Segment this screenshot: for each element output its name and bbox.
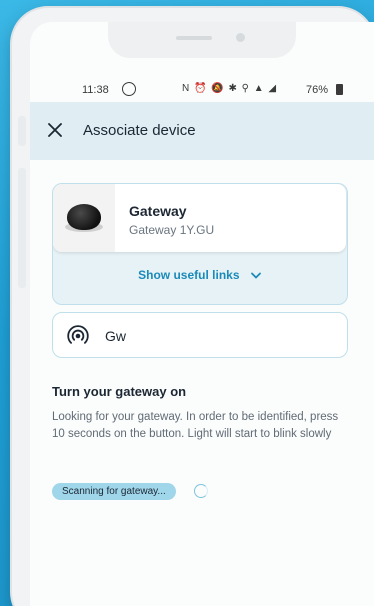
page-title: Associate device [83,122,196,139]
spinner-icon [194,484,208,498]
show-useful-links-label: Show useful links [138,268,240,282]
whatsapp-icon [122,82,136,96]
battery-icon [336,84,343,95]
show-useful-links-button[interactable]: Show useful links [53,268,346,282]
instructions-title: Turn your gateway on [52,384,187,399]
device-card: Gateway Gateway 1Y.GU Show useful links [52,183,348,305]
chevron-down-icon [250,272,261,280]
device-image-dome [67,204,101,230]
battery-percent: 76% [306,84,329,96]
status-time: 11:38 [82,84,109,96]
close-icon[interactable] [46,121,64,139]
signal-icon [67,325,89,344]
device-name: Gateway [129,203,187,219]
speaker-grille [176,36,212,40]
phone-side-button [18,116,26,146]
gateway-name-field[interactable]: Gw [52,312,348,358]
status-bar: 11:38 N ⏰ 🔕 ✱ ⚲ ▲ ◢ 76% [30,78,374,102]
device-summary: Gateway Gateway 1Y.GU [53,184,346,252]
scanning-badge: Scanning for gateway... [52,483,176,500]
device-image [53,184,115,252]
device-model: Gateway 1Y.GU [129,223,215,237]
status-icons: N ⏰ 🔕 ✱ ⚲ ▲ ◢ [182,83,278,94]
app-screen: 11:38 N ⏰ 🔕 ✱ ⚲ ▲ ◢ 76% Associate device… [30,22,374,606]
front-camera [236,33,245,42]
app-header: Associate device [30,102,374,160]
phone-side-button [18,168,26,288]
gateway-name-value: Gw [105,328,126,344]
instructions-text: Looking for your gateway. In order to be… [52,411,339,440]
phone-notch [108,22,296,58]
